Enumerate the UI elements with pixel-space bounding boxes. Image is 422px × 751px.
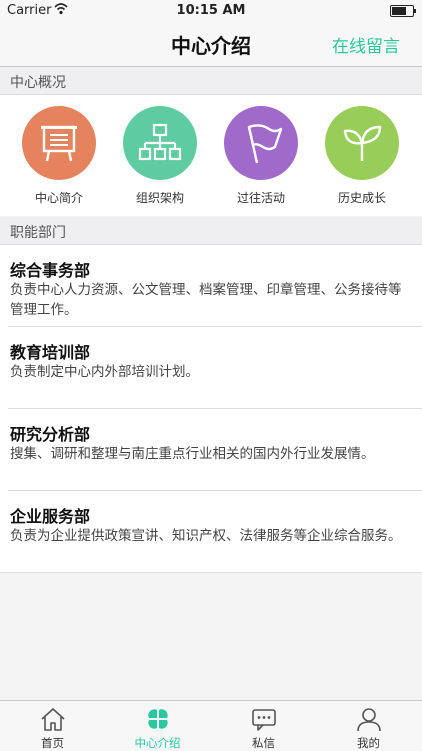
activities-circle [224,106,298,180]
person-icon [357,708,381,732]
navigation-bar: 中心介绍 在线留言 [0,22,422,67]
list-item[interactable]: 教育培训部 负责制定中心内外部培训计划。 [8,327,422,409]
grid-item-history[interactable]: 历史成长 [312,106,412,206]
list-item[interactable]: 综合事务部 负责中心人力资源、公文管理、档案管理、印章管理、公务接待等管理工作。 [8,245,422,327]
tab-messages[interactable]: 私信 [211,701,316,751]
department-name: 企业服务部 [10,507,91,526]
department-name: 研究分析部 [10,425,91,444]
grid-item-activities[interactable]: 过往活动 [211,106,311,206]
online-message-button[interactable]: 在线留言 [332,32,400,57]
list-item[interactable]: 研究分析部 搜集、调研和整理与南庄重点行业相关的国内外行业发展情。 [8,409,422,491]
department-description: 负责中心人力资源、公文管理、档案管理、印章管理、公务接待等管理工作。 [10,282,402,318]
departments-section-header: 职能部门 [0,217,422,245]
list-item[interactable]: 企业服务部 负责为企业提供政策宣讲、知识产权、法律服务等企业综合服务。 [8,491,422,572]
grid-item-label: 中心简介 [34,191,83,205]
department-description: 搜集、调研和整理与南庄重点行业相关的国内外行业发展情。 [10,446,375,462]
grid-item-label: 过往活动 [236,191,285,205]
tab-label: 首页 [41,736,64,750]
clover-icon [148,709,168,729]
department-description: 负责制定中心内外部培训计划。 [10,364,199,380]
presentation-board-icon [41,125,77,162]
chat-icon [252,709,276,731]
departments-header-label: 职能部门 [10,225,66,241]
tab-label: 私信 [252,736,275,750]
status-bar: Carrier 10:15 AM [0,0,422,22]
battery-icon [390,5,416,17]
intro-circle [22,106,96,180]
sprout-icon [343,125,382,161]
overview-grid: 中心简介 组织架构 过往活动 历史成长 [0,95,422,216]
grid-item-intro[interactable]: 中心简介 [9,106,109,206]
flag-icon [247,124,283,164]
grid-item-label: 历史成长 [337,191,386,205]
department-description: 负责为企业提供政策宣讲、知识产权、法律服务等企业综合服务。 [10,528,402,544]
department-list: 综合事务部 负责中心人力资源、公文管理、档案管理、印章管理、公务接待等管理工作。… [0,245,422,573]
tab-bar: 首页 中心介绍 私信 我的 [0,700,422,751]
tab-profile[interactable]: 我的 [316,701,421,751]
grid-item-label: 组织架构 [135,191,184,205]
status-time: 10:15 AM [176,3,246,18]
history-circle [325,106,399,180]
grid-item-org[interactable]: 组织架构 [110,106,210,206]
home-icon [41,708,65,731]
tab-label: 我的 [357,736,380,750]
overview-section-header: 中心概况 [0,67,422,95]
tab-center-intro[interactable]: 中心介绍 [105,701,210,751]
tab-home[interactable]: 首页 [0,701,105,751]
org-circle [123,106,197,180]
department-name: 综合事务部 [10,261,91,280]
department-name: 教育培训部 [10,343,91,362]
overview-header-label: 中心概况 [10,75,66,91]
tab-label: 中心介绍 [134,736,181,750]
battery-level [392,7,406,15]
org-chart-icon [138,123,182,161]
